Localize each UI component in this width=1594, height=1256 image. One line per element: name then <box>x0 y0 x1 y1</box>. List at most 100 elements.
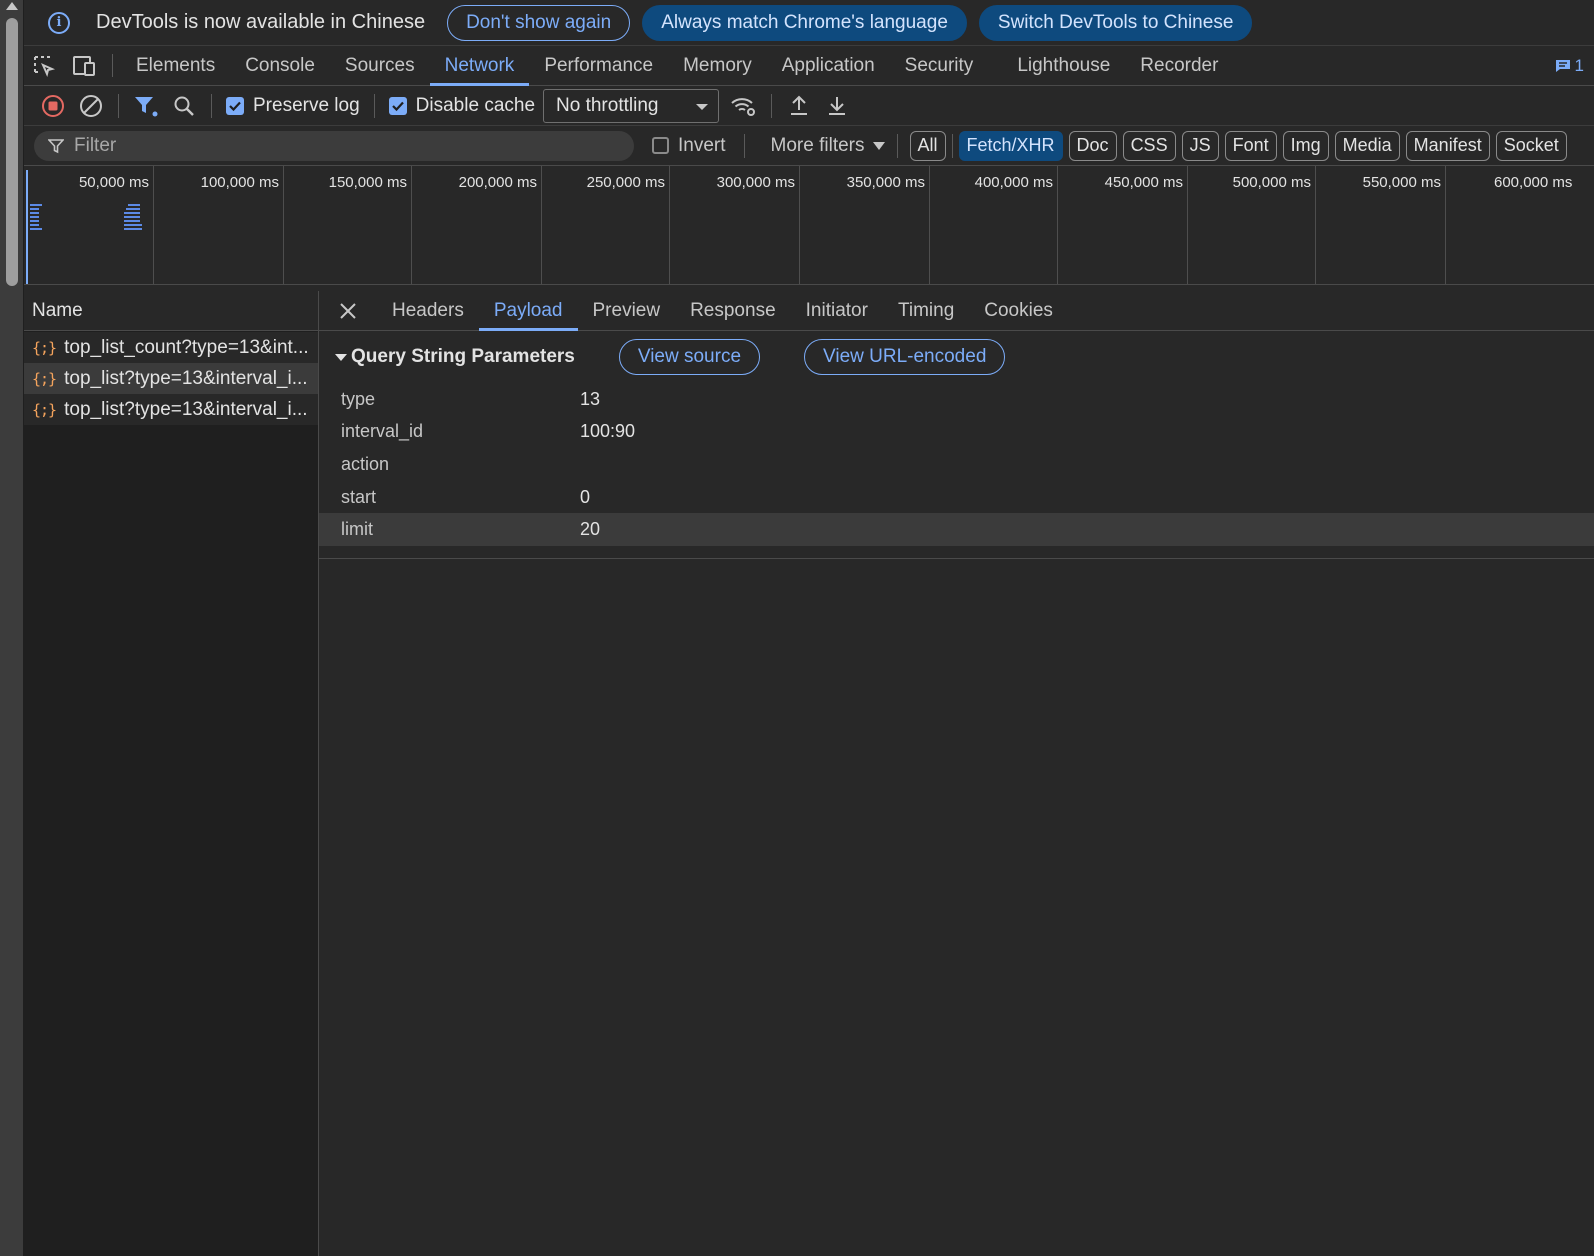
chevron-down-icon <box>696 103 709 110</box>
type-filter-js[interactable]: JS <box>1181 130 1219 161</box>
invert-label: Invert <box>678 134 726 156</box>
json-file-icon: {;} <box>32 369 57 388</box>
request-detail-pane: Headers Payload Preview Response Initiat… <box>319 291 1594 1256</box>
filter-input[interactable]: Filter <box>34 130 634 161</box>
tab-elements[interactable]: Elements <box>121 46 230 85</box>
network-overview-timeline[interactable]: 50,000 ms 100,000 ms 150,000 ms 200,000 … <box>24 166 1594 285</box>
tab-cookies[interactable]: Cookies <box>969 291 1068 330</box>
param-key: action <box>341 453 390 474</box>
expand-triangle-icon[interactable] <box>335 353 347 361</box>
issues-counter[interactable]: 1 <box>1555 46 1584 86</box>
type-filter-css[interactable]: CSS <box>1122 130 1176 161</box>
close-icon[interactable] <box>319 291 377 330</box>
type-filter-manifest[interactable]: Manifest <box>1405 130 1490 161</box>
info-icon: i <box>48 11 70 34</box>
request-name: top_list?type=13&interval_i... <box>64 398 308 420</box>
network-conditions-icon[interactable] <box>725 90 763 122</box>
param-value: 20 <box>580 519 601 540</box>
timeline-column: 250,000 ms <box>542 166 670 284</box>
request-row[interactable]: {;} top_list_count?type=13&int... <box>24 332 318 363</box>
tab-sources[interactable]: Sources <box>330 46 430 85</box>
filter-placeholder: Filter <box>74 134 117 156</box>
timeline-tick-label: 300,000 ms <box>716 174 795 191</box>
detail-tabbar: Headers Payload Preview Response Initiat… <box>319 291 1594 331</box>
tab-preview[interactable]: Preview <box>578 291 676 330</box>
tab-network[interactable]: Network <box>429 46 530 86</box>
request-bars-group <box>30 204 42 230</box>
switch-to-chinese-button[interactable]: Switch DevTools to Chinese <box>978 4 1253 41</box>
infobar-message: DevTools is now available in Chinese <box>96 11 426 33</box>
invert-checkbox[interactable]: Invert <box>652 135 726 157</box>
scrollbar-thumb[interactable] <box>6 18 18 286</box>
view-source-button[interactable]: View source <box>618 339 761 375</box>
tab-performance[interactable]: Performance <box>529 46 668 85</box>
throttling-select[interactable]: No throttling <box>543 88 720 123</box>
timeline-column: 400,000 ms <box>930 166 1058 284</box>
tab-application[interactable]: Application <box>767 46 890 85</box>
type-filter-font[interactable]: Font <box>1224 130 1277 161</box>
tab-headers[interactable]: Headers <box>377 291 479 330</box>
timeline-tick-label: 600,000 ms <box>1494 174 1573 191</box>
type-filter-media[interactable]: Media <box>1334 130 1400 161</box>
preserve-log-checkbox[interactable]: Preserve log <box>226 95 360 117</box>
tab-initiator[interactable]: Initiator <box>791 291 883 330</box>
disable-cache-checkbox[interactable]: Disable cache <box>388 95 535 117</box>
request-row[interactable]: {;} top_list?type=13&interval_i... <box>24 394 318 425</box>
type-filter-fetch-xhr[interactable]: Fetch/XHR <box>958 130 1063 161</box>
toolbar-separator <box>118 93 119 118</box>
device-toolbar-icon[interactable] <box>64 46 104 85</box>
toolbar-separator <box>211 93 212 118</box>
page-scrollbar[interactable] <box>0 0 24 1256</box>
filter-toggle-icon[interactable] <box>127 90 165 122</box>
tab-lighthouse[interactable]: Lighthouse <box>1002 46 1125 85</box>
name-column-header[interactable]: Name <box>24 291 318 331</box>
timeline-tick-label: 150,000 ms <box>328 174 407 191</box>
timeline-column: 450,000 ms <box>1058 166 1188 284</box>
filterbar-separator <box>896 133 898 158</box>
tab-recorder[interactable]: Recorder <box>1125 46 1233 85</box>
type-filter-doc[interactable]: Doc <box>1068 130 1117 161</box>
tab-response[interactable]: Response <box>675 291 791 330</box>
type-filter-img[interactable]: Img <box>1282 130 1329 161</box>
view-url-encoded-button[interactable]: View URL-encoded <box>804 339 1006 375</box>
timeline-tick-label: 550,000 ms <box>1362 174 1441 191</box>
preserve-log-label: Preserve log <box>253 94 360 116</box>
tab-security[interactable]: Security <box>890 46 989 85</box>
request-list: Name {;} top_list_count?type=13&int... {… <box>24 291 319 1256</box>
query-params-section-header[interactable]: Query String Parameters View source View… <box>319 331 1594 383</box>
timeline-tick-label: 350,000 ms <box>846 174 925 191</box>
clear-icon[interactable] <box>72 90 110 122</box>
param-value: 13 <box>580 388 601 409</box>
inspect-element-icon[interactable] <box>24 46 64 85</box>
param-key: start <box>341 486 377 507</box>
scroll-up-arrow-icon[interactable] <box>6 2 18 10</box>
timeline-column: 100,000 ms <box>154 166 284 284</box>
timeline-tick-label: 50,000 ms <box>78 174 149 191</box>
filter-funnel-icon <box>48 138 64 153</box>
import-har-icon[interactable] <box>780 90 818 122</box>
dont-show-again-button[interactable]: Don't show again <box>447 4 631 41</box>
toolbar-separator <box>373 93 375 118</box>
issues-message-icon <box>1555 60 1570 72</box>
throttling-value: No throttling <box>556 94 659 116</box>
type-filter-socket[interactable]: Socket <box>1495 130 1567 161</box>
more-filters-dropdown[interactable]: More filters <box>771 135 885 157</box>
timeline-column: 550,000 ms <box>1316 166 1446 284</box>
dropdown-arrow-icon <box>872 141 885 150</box>
tab-memory[interactable]: Memory <box>668 46 767 85</box>
tab-timing[interactable]: Timing <box>883 291 969 330</box>
type-filter-all[interactable]: All <box>909 130 946 161</box>
request-name: top_list_count?type=13&int... <box>64 336 309 358</box>
param-row: interval_id 100:90 <box>319 416 1594 449</box>
tabbar-separator <box>112 54 113 77</box>
export-har-icon[interactable] <box>818 90 856 122</box>
timeline-column: 150,000 ms <box>284 166 412 284</box>
timeline-column: 500,000 ms <box>1188 166 1316 284</box>
request-row-selected[interactable]: {;} top_list?type=13&interval_i... <box>24 363 318 394</box>
search-icon[interactable] <box>165 90 203 122</box>
tab-payload[interactable]: Payload <box>478 291 578 331</box>
checkmark-icon <box>226 96 244 115</box>
stop-recording-icon[interactable] <box>34 90 72 122</box>
always-match-language-button[interactable]: Always match Chrome's language <box>642 4 967 41</box>
tab-console[interactable]: Console <box>230 46 330 85</box>
